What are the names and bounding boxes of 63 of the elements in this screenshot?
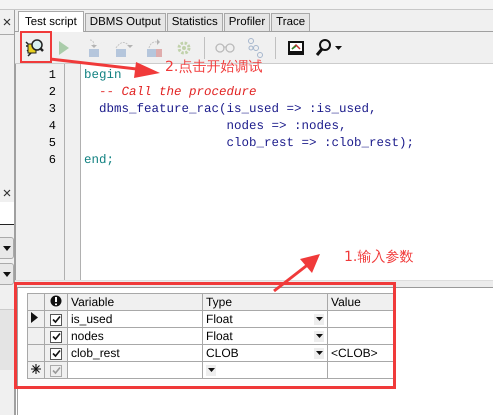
type-value: Float: [206, 329, 233, 343]
current-row-icon: [31, 312, 38, 323]
type-value: Float: [206, 312, 233, 326]
scrollbar[interactable]: [0, 309, 14, 370]
variable-name: clob_rest: [71, 346, 120, 360]
caret-icon: [316, 317, 322, 321]
dropdown-button[interactable]: [0, 237, 14, 259]
step-into-icon: [86, 38, 102, 58]
dropdown-button[interactable]: [206, 364, 216, 376]
caret-icon: [316, 334, 322, 338]
monitor-icon: [287, 40, 305, 56]
column-header[interactable]: Value: [328, 294, 394, 310]
code-line: dbms_feature_rac(is_used => :is_used,: [98, 101, 378, 118]
code-line: -- Call the procedure: [98, 84, 258, 101]
gear-icon: [175, 38, 193, 56]
dropdown-button[interactable]: [314, 314, 324, 324]
dropdown-button[interactable]: [314, 330, 324, 342]
highlight-frame: [20, 31, 52, 63]
step-out-icon: [145, 38, 163, 58]
tab[interactable]: DBMS Output: [84, 13, 166, 31]
checkbox[interactable]: [50, 364, 62, 377]
tab[interactable]: Test script: [18, 11, 84, 32]
line-number: 2: [48, 84, 57, 101]
line-number: 1: [48, 67, 57, 84]
column-header[interactable]: Variable: [68, 294, 202, 310]
annotation-arrow: [272, 253, 322, 293]
debug-icon: [24, 38, 44, 58]
caret-icon: [2, 246, 10, 250]
info-icon: [50, 294, 62, 306]
variable-name: is_used: [71, 312, 112, 326]
value-text: <CLOB>: [331, 346, 378, 360]
code-line: nodes => :nodes,: [226, 118, 348, 135]
code-line: end;: [84, 152, 116, 169]
tab[interactable]: Profiler: [224, 13, 270, 31]
line-number: 5: [48, 135, 57, 152]
dots-icon: [246, 36, 264, 58]
caret-icon: [208, 368, 214, 372]
checkbox[interactable]: [50, 314, 62, 326]
dropdown-button[interactable]: [0, 263, 14, 285]
type-value: CLOB: [206, 346, 239, 360]
code-line: clob_rest => :clob_rest);: [226, 135, 416, 152]
checkbox[interactable]: [50, 330, 62, 343]
caret-icon: [2, 272, 10, 276]
close-icon[interactable]: [1, 16, 13, 28]
line-number: 4: [48, 118, 57, 135]
variable-name: nodes: [71, 329, 104, 343]
dropdown-button[interactable]: [314, 348, 324, 358]
row-indicator[interactable]: [28, 310, 44, 328]
line-number: 6: [48, 152, 57, 169]
annotation-text: 2.点击开始调试: [165, 58, 262, 76]
new-row-icon: [31, 364, 41, 374]
annotation-text: 1.输入参数: [344, 248, 414, 266]
row-indicator[interactable]: [28, 362, 44, 378]
line-number: 3: [48, 101, 57, 118]
close-icon[interactable]: [1, 187, 13, 199]
column-header[interactable]: Type: [202, 294, 328, 310]
glasses-icon: [214, 42, 236, 54]
tab[interactable]: Trace: [271, 13, 310, 31]
search-icon: [315, 38, 343, 58]
tab[interactable]: Statistics: [166, 13, 223, 31]
checkbox[interactable]: [50, 348, 62, 360]
caret-icon: [316, 351, 322, 355]
code-line: begin: [84, 67, 123, 84]
